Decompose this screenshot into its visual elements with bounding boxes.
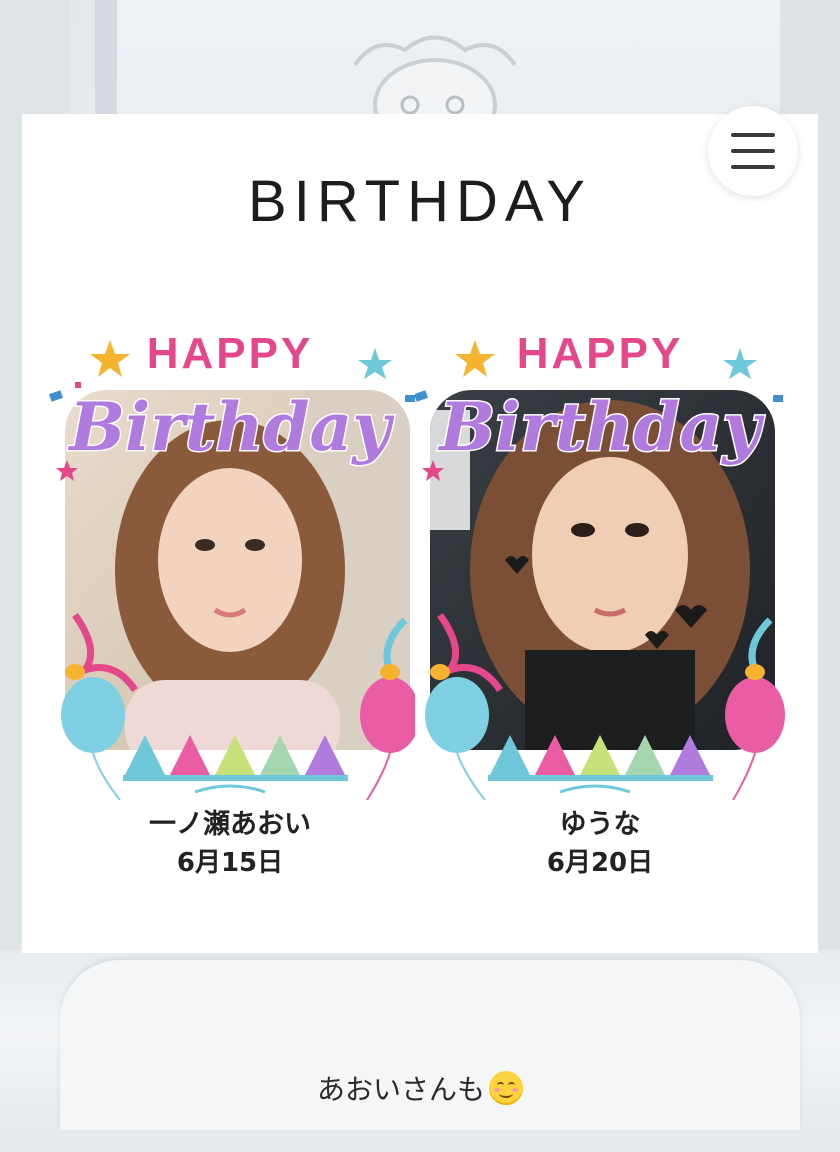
member-name: ゆうな [559,809,641,840]
caption: あおいさんも [0,1068,840,1108]
member-birthday: 6月15日 [176,848,284,878]
member-card[interactable]: HAPPY Birthday ゆうな 6月20日 [415,320,785,900]
svg-text:HAPPY: HAPPY [517,329,684,378]
birthday-photo-frame: HAPPY Birthday [415,329,785,800]
svg-text:HAPPY: HAPPY [147,329,314,378]
hamburger-menu-icon [731,133,775,169]
member-name: 一ノ瀬あおい [149,809,311,840]
page-title: BIRTHDAY [248,169,592,234]
birthday-photo-frame: HAPPY Birthday [48,329,415,800]
caption-text: あおいさんも [316,1073,485,1106]
member-card[interactable]: HAPPY Birthday 一ノ瀬あおい 6月15日 [45,320,415,900]
svg-text:Birthday: Birthday [437,388,765,466]
svg-text:Birthday: Birthday [67,388,395,466]
member-birthday: 6月20日 [546,848,654,878]
menu-button[interactable] [708,106,798,196]
smiling-face-emoji-icon [489,1071,523,1105]
